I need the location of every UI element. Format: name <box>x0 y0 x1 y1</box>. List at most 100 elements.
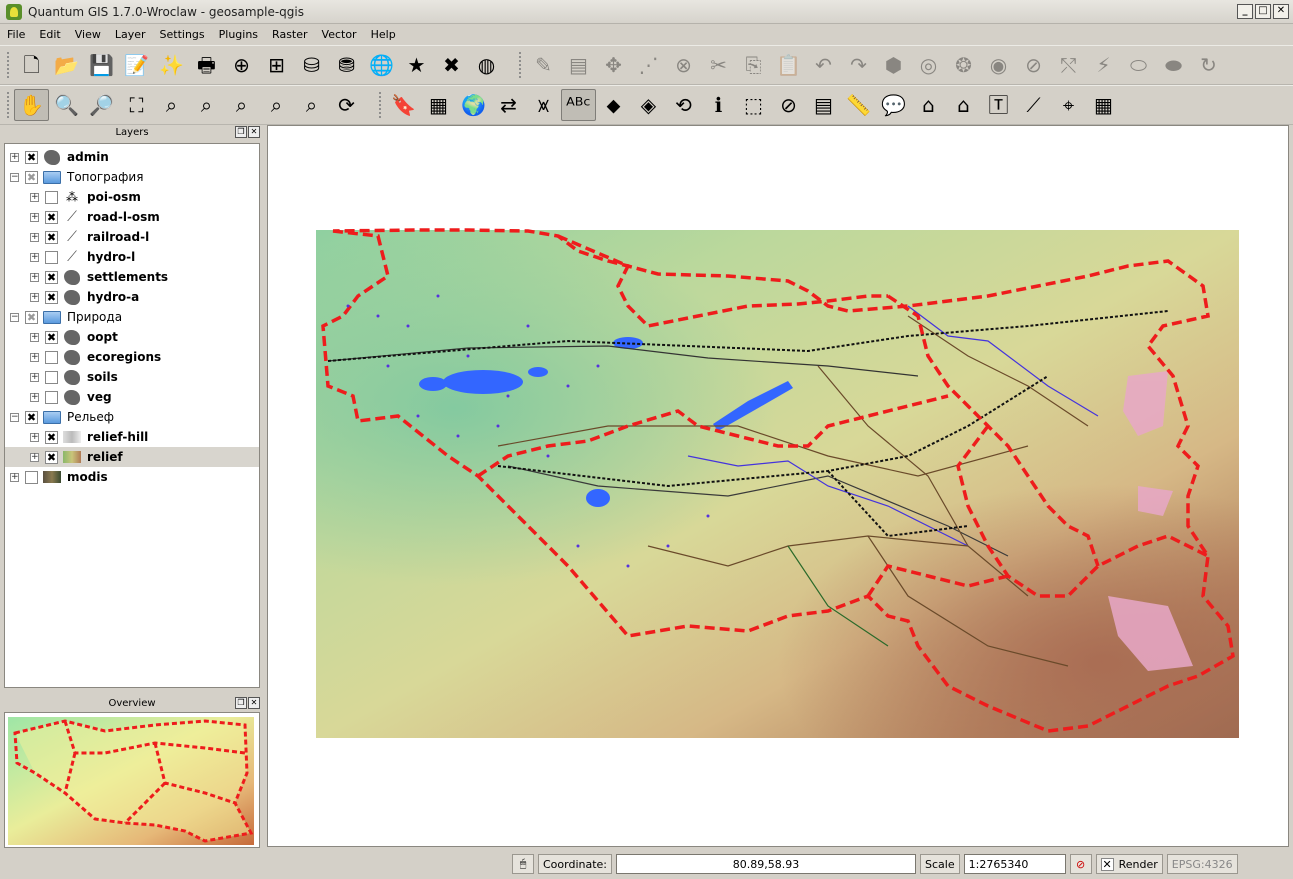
add-ring-icon[interactable]: ◎ <box>911 49 946 81</box>
menu-file[interactable]: File <box>0 28 32 41</box>
minimize-button[interactable]: _ <box>1237 4 1253 19</box>
menu-vector[interactable]: Vector <box>315 28 364 41</box>
layer-visibility-checkbox[interactable]: ✖ <box>45 290 58 304</box>
coordinate-display[interactable]: 80.89,58.93 <box>616 854 917 874</box>
layer-row-ecoregions[interactable]: + ecoregions <box>5 347 259 367</box>
menu-help[interactable]: Help <box>364 28 403 41</box>
zoom-to-selection-icon[interactable]: ⌕ <box>154 89 189 121</box>
layer-row-soils[interactable]: + soils <box>5 367 259 387</box>
menu-edit[interactable]: Edit <box>32 28 67 41</box>
close-panel-button[interactable]: ✕ <box>248 126 260 138</box>
layer-row-Рельеф[interactable]: − ✖ Рельеф <box>5 407 259 427</box>
layer-expander-icon[interactable]: + <box>10 472 19 482</box>
add-spatialite-layer-icon[interactable]: ⛃ <box>329 49 364 81</box>
layer-row-hydro-a[interactable]: + ✖ hydro-a <box>5 287 259 307</box>
zoom-to-layer-icon[interactable]: ⌕ <box>189 89 224 121</box>
simplify-feature-icon[interactable]: ⬢ <box>876 49 911 81</box>
menu-layer[interactable]: Layer <box>108 28 153 41</box>
delete-part-icon[interactable]: ⊘ <box>1016 49 1051 81</box>
save-edits-icon[interactable]: ▤ <box>561 49 596 81</box>
redo-icon[interactable]: ↷ <box>841 49 876 81</box>
zoom-out-icon[interactable]: 🔎 <box>84 89 119 121</box>
pan-icon[interactable]: ✋ <box>14 89 49 121</box>
add-vector-layer-icon[interactable]: ⊕ <box>224 49 259 81</box>
print-icon[interactable]: 🖶 <box>189 49 224 81</box>
layer-visibility-checkbox[interactable] <box>45 390 58 404</box>
delete-selected-icon[interactable]: ⊗ <box>666 49 701 81</box>
menu-plugins[interactable]: Plugins <box>212 28 265 41</box>
layer-row-railroad-l[interactable]: + ✖ ⟋ railroad-l <box>5 227 259 247</box>
text-annotation-dropdown-icon[interactable]: 🅃 <box>981 89 1016 121</box>
gps-tools-icon[interactable]: ⟋ <box>1016 89 1051 121</box>
merge-features-icon[interactable]: ⬭ <box>1121 49 1156 81</box>
toolbar-grip[interactable] <box>6 51 10 79</box>
layer-row-settlements[interactable]: + ✖ settlements <box>5 267 259 287</box>
measure-line-icon[interactable]: 📏 <box>841 89 876 121</box>
cut-features-icon[interactable]: ✂ <box>701 49 736 81</box>
histogram-icon[interactable]: ⩙ <box>526 89 561 121</box>
split-features-icon[interactable]: ⚡ <box>1086 49 1121 81</box>
new-project-icon[interactable]: 🗋 <box>14 49 49 81</box>
overview-map[interactable] <box>4 712 260 848</box>
add-wms-layer-icon[interactable]: 🌐 <box>364 49 399 81</box>
layer-visibility-checkbox[interactable] <box>45 190 58 204</box>
capture-coordinates-icon[interactable]: ⌖ <box>1051 89 1086 121</box>
layer-expander-icon[interactable]: + <box>30 332 39 342</box>
layer-expander-icon[interactable]: − <box>10 172 19 182</box>
move-label-icon[interactable]: ◈ <box>631 89 666 121</box>
new-bookmark-icon[interactable]: 🔖 <box>386 89 421 121</box>
pin-labels-icon[interactable]: ⬥ <box>596 89 631 121</box>
add-wfs-layer-icon[interactable]: ◍ <box>469 49 504 81</box>
add-part-icon[interactable]: ❂ <box>946 49 981 81</box>
toolbar-grip[interactable] <box>378 91 382 119</box>
layer-row-oopt[interactable]: + ✖ oopt <box>5 327 259 347</box>
layer-expander-icon[interactable]: + <box>30 232 39 242</box>
paste-features-icon[interactable]: 📋 <box>771 49 806 81</box>
layer-visibility-checkbox[interactable]: ✖ <box>25 150 38 164</box>
toggle-editing-icon[interactable]: ✎ <box>526 49 561 81</box>
layer-expander-icon[interactable]: + <box>30 272 39 282</box>
delete-ring-icon[interactable]: ◉ <box>981 49 1016 81</box>
map-tips-icon[interactable]: 🌍 <box>456 89 491 121</box>
identify-icon[interactable]: ℹ <box>701 89 736 121</box>
scale-bar-icon[interactable]: ▦ <box>1086 89 1121 121</box>
layer-expander-icon[interactable]: − <box>10 412 19 422</box>
render-toggle[interactable]: ✕ Render <box>1095 854 1163 874</box>
layer-expander-icon[interactable]: + <box>30 292 39 302</box>
scale-input[interactable]: 1:2765340 <box>963 854 1066 874</box>
toolbar-grip[interactable] <box>6 91 10 119</box>
undo-icon[interactable]: ↶ <box>806 49 841 81</box>
show-bookmarks-icon[interactable]: ▦ <box>421 89 456 121</box>
layer-visibility-checkbox[interactable]: ✖ <box>45 330 58 344</box>
zoom-next-icon[interactable]: ⌕ <box>294 89 329 121</box>
new-print-composer-icon[interactable]: ✨ <box>154 49 189 81</box>
layer-row-relief[interactable]: + ✖ relief <box>5 447 259 467</box>
home-icon[interactable]: ⌂ <box>946 89 981 121</box>
layer-visibility-checkbox[interactable] <box>45 370 58 384</box>
layer-expander-icon[interactable]: + <box>30 252 39 262</box>
text-annotation-icon[interactable]: 💬 <box>876 89 911 121</box>
layer-expander-icon[interactable]: + <box>30 392 39 402</box>
layer-expander-icon[interactable]: − <box>10 312 19 322</box>
layer-expander-icon[interactable]: + <box>30 192 39 202</box>
copy-features-icon[interactable]: ⎘ <box>736 49 771 81</box>
new-vector-layer-icon[interactable]: ★ <box>399 49 434 81</box>
remove-layer-icon[interactable]: ✖ <box>434 49 469 81</box>
node-tool-icon[interactable]: ⋰ <box>631 49 666 81</box>
map-canvas[interactable] <box>267 125 1289 847</box>
rotate-label-icon[interactable]: ⟲ <box>666 89 701 121</box>
add-postgis-layer-icon[interactable]: ⛁ <box>294 49 329 81</box>
mouse-coordinates-toggle-icon[interactable]: 🖱 <box>512 854 534 874</box>
layer-visibility-checkbox[interactable]: ✖ <box>45 430 58 444</box>
float-panel-button[interactable]: ❐ <box>235 697 247 709</box>
layer-visibility-checkbox[interactable]: ✖ <box>45 210 58 224</box>
home-user-icon[interactable]: ⌂ <box>911 89 946 121</box>
zoom-full-icon[interactable]: ⛶ <box>119 89 154 121</box>
layer-visibility-checkbox[interactable] <box>45 250 58 264</box>
refresh-icon[interactable]: ⟳ <box>329 89 364 121</box>
open-project-icon[interactable]: 📂 <box>49 49 84 81</box>
rotate-point-symbols-icon[interactable]: ↻ <box>1191 49 1226 81</box>
layer-visibility-checkbox[interactable]: ✖ <box>25 170 38 184</box>
deselect-icon[interactable]: ⊘ <box>771 89 806 121</box>
layer-visibility-checkbox[interactable]: ✖ <box>25 310 38 324</box>
